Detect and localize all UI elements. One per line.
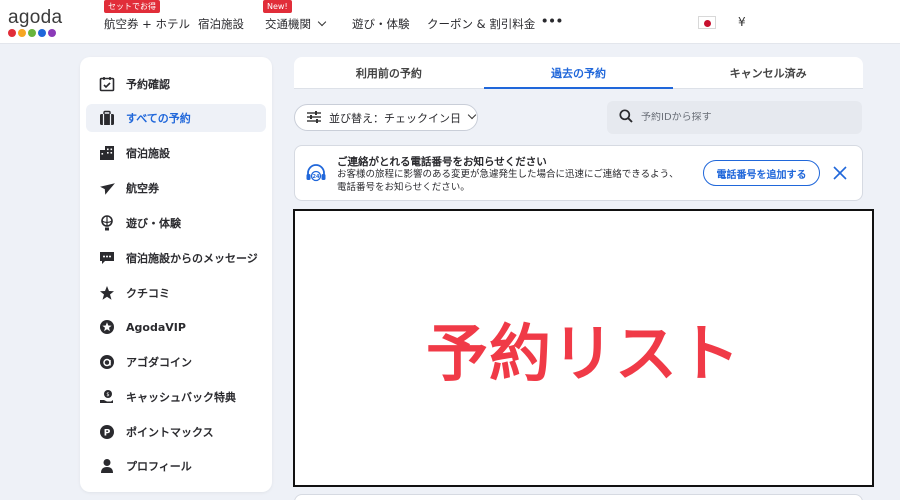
sort-label: 並び替え：チェックイン日 — [329, 111, 461, 125]
sidebar-item-label: 宿泊施設 — [126, 147, 170, 160]
sidebar-item-property-messages[interactable]: 宿泊施設からのメッセージ — [86, 244, 266, 272]
sort-dropdown[interactable]: 並び替え：チェックイン日 — [294, 104, 478, 131]
booking-search — [607, 101, 862, 134]
balloon-icon — [98, 214, 116, 232]
points-icon: P — [98, 423, 116, 441]
logo-text: agoda — [8, 7, 63, 28]
logo-dot — [8, 29, 16, 37]
logo-dot — [28, 29, 36, 37]
person-icon — [98, 457, 116, 475]
sidebar-item-pointsmax[interactable]: P ポイントマックス — [86, 418, 266, 446]
chat-icon — [98, 249, 116, 267]
calendar-check-icon — [98, 75, 116, 93]
sidebar-item-reviews[interactable]: クチコミ — [86, 279, 266, 307]
search-input[interactable] — [641, 112, 841, 123]
svg-text:$: $ — [106, 392, 109, 398]
close-icon[interactable] — [832, 165, 848, 181]
sidebar-item-booking-confirmation[interactable]: 予約確認 — [86, 70, 266, 98]
building-icon — [98, 144, 116, 162]
nav-item-coupons[interactable]: クーポン & 割引料金 — [427, 16, 535, 32]
sidebar-item-flights[interactable]: 航空券 — [86, 174, 266, 202]
cashback-icon: $ — [98, 388, 116, 406]
booking-list-overlay-text: 予約リスト — [425, 317, 741, 390]
sidebar-item-label: アゴダコイン — [126, 356, 192, 369]
coin-icon — [98, 353, 116, 371]
notice-title: ご連絡がとれる電話番号をお知らせください — [337, 156, 547, 168]
sidebar-item-agoda-vip[interactable]: AgodaVIP — [86, 313, 266, 341]
sidebar-item-profile[interactable]: プロフィール — [86, 452, 266, 480]
logo-dots — [8, 29, 62, 37]
sidebar-item-accommodation[interactable]: 宿泊施設 — [86, 139, 266, 167]
airplane-icon — [98, 179, 116, 197]
booking-tabs: 利用前の予約 過去の予約 キャンセル済み — [294, 57, 863, 89]
sidebar-item-label: 宿泊施設からのメッセージ — [126, 252, 258, 265]
suitcase-icon — [98, 109, 116, 127]
japan-flag-icon[interactable] — [698, 16, 716, 29]
sidebar-item-all-bookings[interactable]: すべての予約 — [86, 104, 266, 132]
tab-past-bookings[interactable]: 過去の予約 — [483, 57, 674, 89]
svg-text:P: P — [104, 429, 111, 439]
sidebar-item-label: キャッシュバック特典 — [126, 391, 236, 404]
star-icon — [98, 284, 116, 302]
sidebar-item-label: 予約確認 — [126, 78, 170, 91]
sidebar-item-label: AgodaVIP — [126, 320, 186, 334]
agoda-logo[interactable]: agoda — [8, 7, 62, 37]
nav-item-transport-label: 交通機関 — [265, 17, 311, 31]
logo-dot — [18, 29, 26, 37]
top-navigation-bar: agoda セットでお得 航空券 + ホテル 宿泊施設 New! 交通機関 遊び… — [0, 0, 900, 44]
booking-list-area: 予約リスト — [293, 209, 874, 487]
more-menu-icon[interactable]: ••• — [541, 14, 563, 28]
sidebar-item-cashback[interactable]: $ キャッシュバック特典 — [86, 383, 266, 411]
notice-body: お客様の旅程に影響のある変更が急遽発生した場合に迅速にご連絡できるよう、電話番号… — [337, 169, 679, 193]
account-sidebar: 予約確認 すべての予約 宿泊施設 航空券 遊び・体験 宿泊施設からのメッセージ — [80, 57, 272, 492]
chevron-down-icon — [467, 110, 477, 119]
nav-item-activities[interactable]: 遊び・体験 — [352, 16, 410, 32]
headset-24-text: 24 — [313, 174, 320, 180]
next-card-edge — [294, 494, 863, 500]
nav-item-flight-hotel[interactable]: 航空券 + ホテル — [104, 16, 190, 32]
sidebar-item-label: クチコミ — [126, 287, 170, 300]
logo-dot — [48, 29, 56, 37]
tab-cancelled[interactable]: キャンセル済み — [673, 57, 863, 88]
tab-upcoming-bookings[interactable]: 利用前の予約 — [294, 57, 484, 88]
chevron-down-icon — [317, 17, 327, 27]
sidebar-item-label: プロフィール — [126, 460, 192, 473]
search-icon — [619, 108, 633, 127]
set-deal-badge: セットでお得 — [104, 0, 160, 13]
sidebar-item-label: すべての予約 — [126, 112, 191, 125]
sidebar-item-label: 航空券 — [126, 182, 159, 195]
add-phone-number-button[interactable]: 電話番号を追加する — [703, 160, 820, 186]
nav-item-transport[interactable]: 交通機関 — [265, 16, 327, 32]
headset-24-icon: 24 — [305, 163, 327, 189]
phone-number-notice: 24 ご連絡がとれる電話番号をお知らせください お客様の旅程に影響のある変更が急… — [294, 145, 863, 201]
sidebar-item-label: ポイントマックス — [126, 426, 214, 439]
vip-star-icon — [98, 318, 116, 336]
sliders-icon — [307, 108, 321, 127]
sidebar-item-activities[interactable]: 遊び・体験 — [86, 209, 266, 237]
nav-item-accommodation[interactable]: 宿泊施設 — [198, 16, 244, 32]
currency-selector[interactable]: ¥ — [738, 15, 746, 29]
new-badge: New! — [263, 0, 292, 13]
sidebar-item-label: 遊び・体験 — [126, 217, 181, 230]
sidebar-item-agoda-coins[interactable]: アゴダコイン — [86, 348, 266, 376]
logo-dot — [38, 29, 46, 37]
